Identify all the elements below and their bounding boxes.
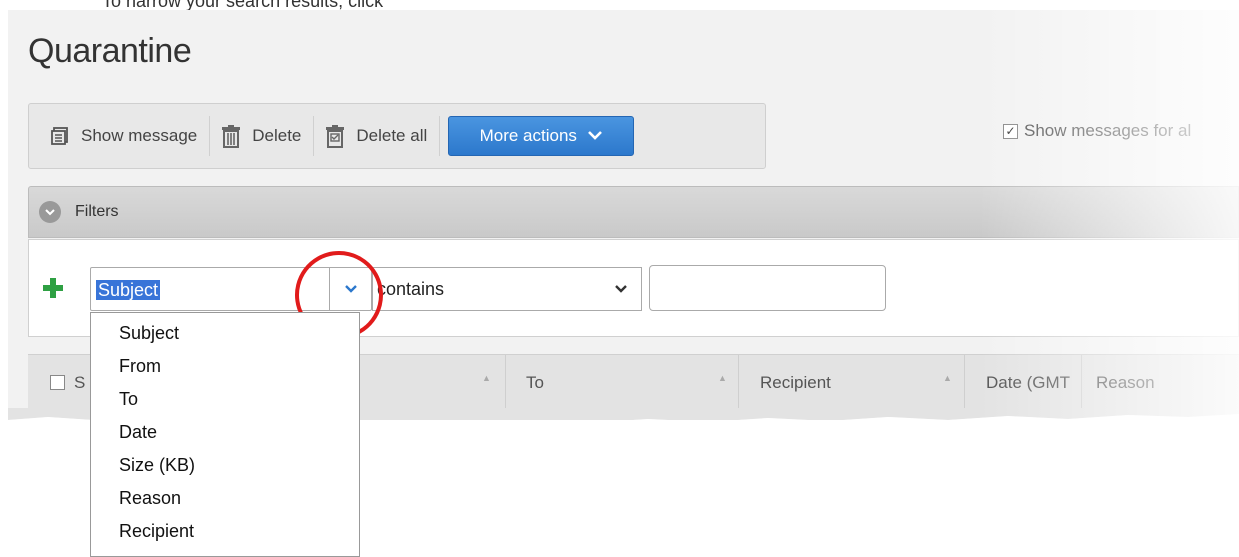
dropdown-option-size[interactable]: Size (KB) [91, 449, 359, 482]
filter-field-value: Subject [96, 280, 161, 300]
sort-icon[interactable]: ▲ [482, 373, 491, 383]
dropdown-option-subject[interactable]: Subject [91, 317, 359, 350]
dropdown-option-reason[interactable]: Reason [91, 482, 359, 515]
sort-icon[interactable]: ▲ [943, 373, 952, 383]
chevron-down-icon [587, 126, 603, 146]
delete-button[interactable]: Delete [210, 116, 315, 156]
filters-label: Filters [75, 203, 119, 220]
show-message-icon [49, 125, 71, 147]
more-actions-button[interactable]: More actions [448, 116, 635, 156]
chevron-down-icon[interactable] [601, 268, 641, 310]
column-header-recipient[interactable]: Recipient [760, 373, 831, 393]
show-message-label: Show message [81, 126, 198, 145]
column-header-subject[interactable]: S [74, 373, 85, 393]
dropdown-option-from[interactable]: From [91, 350, 359, 383]
toolbar: Show message Delete Delete all More acti… [28, 103, 766, 169]
show-messages-checkbox[interactable]: ✓ Show messages for al [1003, 121, 1191, 141]
show-message-button[interactable]: Show message [39, 116, 211, 156]
column-header-reason[interactable]: Reason [1096, 373, 1155, 393]
chevron-down-icon [39, 201, 61, 223]
page-title: Quarantine [28, 32, 192, 70]
filter-operator-select[interactable]: contains [372, 267, 642, 311]
column-header-to[interactable]: To [526, 373, 544, 393]
filter-field-dropdown-list: Subject From To Date Size (KB) Reason Re… [90, 312, 360, 557]
filter-operator-value: contains [377, 279, 445, 299]
checkbox-checked-icon: ✓ [1003, 123, 1018, 139]
show-messages-label: Show messages for al [1024, 121, 1192, 140]
dropdown-option-date[interactable]: Date [91, 416, 359, 449]
dropdown-option-to[interactable]: To [91, 383, 359, 416]
filter-value-input[interactable] [649, 265, 886, 311]
trash-all-icon [324, 125, 346, 148]
dropdown-option-recipient[interactable]: Recipient [91, 515, 359, 548]
column-header-date[interactable]: Date (GMT [986, 373, 1070, 393]
more-actions-label: More actions [479, 126, 577, 145]
select-all-checkbox[interactable] [50, 375, 65, 390]
delete-all-button[interactable]: Delete all [314, 116, 441, 156]
delete-all-label: Delete all [356, 126, 428, 145]
delete-label: Delete [252, 126, 302, 145]
sort-icon[interactable]: ▲ [718, 373, 727, 383]
trash-icon [220, 125, 242, 148]
add-filter-plus-icon[interactable] [42, 277, 64, 299]
filters-toggle[interactable]: Filters [28, 186, 1239, 238]
